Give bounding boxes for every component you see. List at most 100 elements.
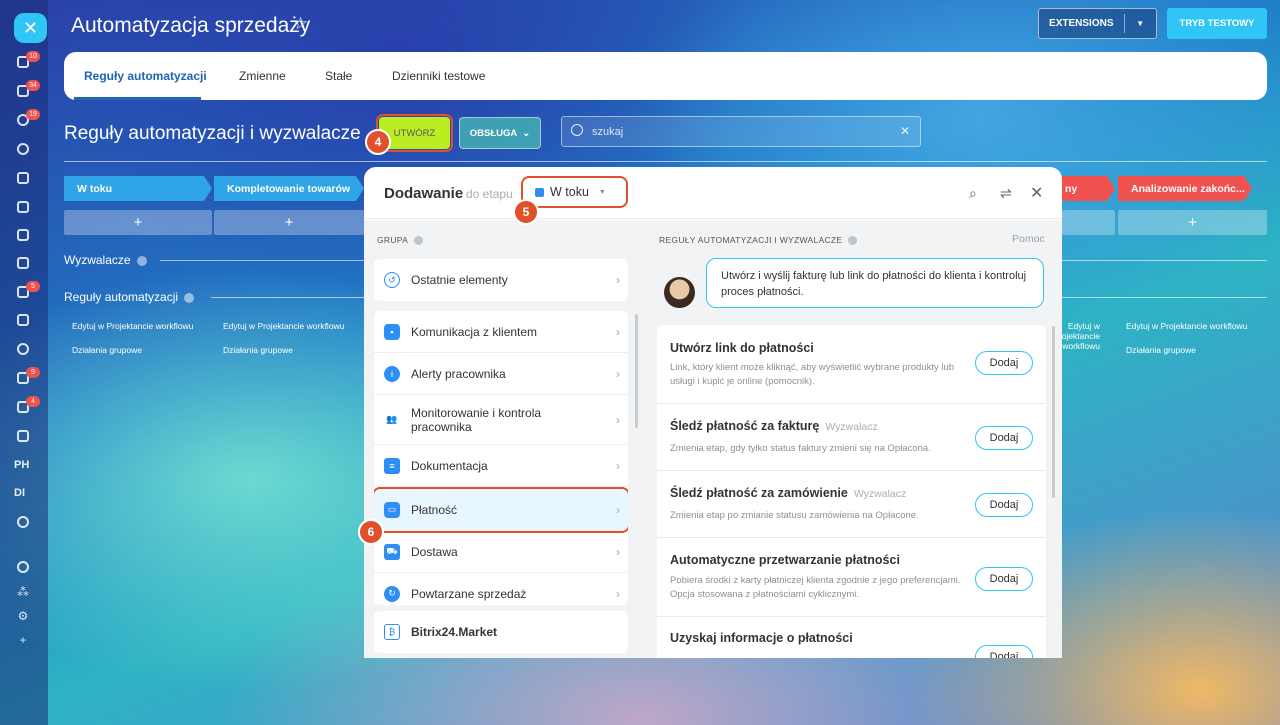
- chevron-down-icon[interactable]: ▼: [1125, 19, 1156, 28]
- group-actions-link[interactable]: Działania grupowe: [1126, 345, 1196, 355]
- stage-analysing[interactable]: Analizowanie zakońc...: [1118, 176, 1252, 201]
- structure-icon[interactable]: ⁂: [15, 584, 31, 600]
- triggers-text: Wyzwalacze: [64, 253, 131, 267]
- rule-card: Śledź płatność za fakturę Wyzwalacz Zmien…: [657, 404, 1046, 471]
- add-button[interactable]: Dodaj: [975, 567, 1033, 591]
- add-button[interactable]: Dodaj: [975, 351, 1033, 375]
- divider: [1062, 297, 1267, 298]
- add-rule-button[interactable]: +: [1118, 210, 1267, 235]
- stage-in-progress[interactable]: W toku: [64, 176, 212, 201]
- group-item-documents[interactable]: ≡ Dokumentacja ›: [374, 445, 628, 487]
- tab-test-logs[interactable]: Dzienniki testowe: [392, 69, 485, 83]
- add-button[interactable]: Dodaj: [975, 645, 1033, 658]
- chevron-right-icon: ›: [616, 412, 620, 427]
- rule-description: Zmienia etap, gdy tylko status faktury z…: [670, 443, 931, 454]
- group-item-label: Dokumentacja: [411, 458, 488, 473]
- group-pane: GRUPA ↺ Ostatnie elementy › ▪ Komunikacj…: [364, 220, 646, 658]
- groups-card: ▪ Komunikacja z klientem › i Alerty prac…: [374, 311, 628, 605]
- group-item-communication[interactable]: ▪ Komunikacja z klientem ›: [374, 311, 628, 353]
- sign-icon[interactable]: [15, 312, 31, 328]
- edit-in-designer-link[interactable]: Edytuj w Projektancie workflowu: [223, 321, 344, 331]
- rule-title: Automatyczne przetwarzanie płatności: [670, 553, 900, 567]
- rail-text-di[interactable]: DI: [14, 487, 25, 499]
- chevron-right-icon: ›: [616, 586, 620, 601]
- group-item-payment[interactable]: ▭ Płatność ›: [374, 487, 628, 533]
- rule-title-text: Śledź płatność za fakturę: [670, 419, 820, 433]
- rail-text-ph[interactable]: PH: [14, 459, 29, 471]
- trigger-tag: Wyzwalacz: [825, 421, 878, 433]
- rule-title-text: Automatyczne przetwarzanie płatności: [670, 553, 900, 567]
- group-item-repeat-sales[interactable]: ↻ Powtarzane sprzedaż ›: [374, 573, 628, 605]
- plus-icon[interactable]: +: [15, 632, 31, 648]
- search-input[interactable]: [592, 123, 872, 141]
- star-icon[interactable]: ☆: [293, 14, 308, 34]
- rule-title-text: Uzyskaj informacje o płatności: [670, 631, 853, 645]
- add-rule-button[interactable]: +: [214, 210, 364, 235]
- market-icon: ₿: [384, 624, 400, 640]
- edit-in-designer-link[interactable]: Edytuj w Projektancie workflowu: [1062, 321, 1100, 351]
- rule-description: Link, który klient może kliknąć, aby wyś…: [670, 362, 955, 387]
- rules-pane: REGUŁY AUTOMATYZACJI I WYZWALACZE Pomoc …: [646, 220, 1062, 658]
- cart-icon[interactable]: [15, 170, 31, 186]
- group-actions-link[interactable]: Działania grupowe: [223, 345, 293, 355]
- search-icon[interactable]: ⌕: [969, 185, 977, 202]
- help-icon[interactable]: [15, 559, 31, 575]
- close-icon[interactable]: ✕: [1030, 183, 1043, 203]
- add-rule-button[interactable]: [1062, 210, 1115, 235]
- target-icon[interactable]: [15, 141, 31, 157]
- edit-in-designer-link[interactable]: Edytuj w Projektancie workflowu: [72, 321, 193, 331]
- chevron-down-icon[interactable]: [15, 514, 31, 530]
- close-icon[interactable]: ✕: [14, 13, 47, 43]
- chat-icon: ▪: [384, 323, 400, 340]
- rule-description: Pobiera środki z karty płatniczej klient…: [670, 575, 961, 600]
- add-rule-button[interactable]: +: [64, 210, 212, 235]
- section-title: Reguły automatyzacji i wyzwalacze: [64, 123, 361, 144]
- service-button[interactable]: OBSŁUGA ⌄: [459, 117, 541, 149]
- help-icon[interactable]: [136, 255, 147, 266]
- chevron-right-icon: ›: [616, 324, 620, 339]
- shield-icon[interactable]: [15, 341, 31, 357]
- gear-icon[interactable]: ⚙: [15, 608, 31, 624]
- triggers-label: Wyzwalacze: [64, 253, 147, 267]
- edit-in-designer-link[interactable]: Edytuj w Projektancie workflowu: [1126, 321, 1247, 331]
- scrollbar[interactable]: [1052, 326, 1055, 498]
- tab-rules[interactable]: Reguły automatyzacji: [84, 69, 207, 83]
- tab-variables[interactable]: Zmienne: [239, 69, 286, 83]
- stage-color-chip: [535, 187, 544, 197]
- stage-selector[interactable]: W toku ▼: [521, 176, 628, 208]
- add-button[interactable]: Dodaj: [975, 493, 1033, 517]
- group-actions-link[interactable]: Działania grupowe: [72, 345, 142, 355]
- avatar: [664, 277, 695, 308]
- dialog-title: Dodawanie: [384, 185, 464, 202]
- help-icon[interactable]: [414, 236, 424, 246]
- left-rail: ✕ 10 34 19 5 9 4 PH DI ⁂ ⚙ +: [0, 0, 48, 725]
- scrollbar[interactable]: [635, 314, 638, 428]
- group-item-recent[interactable]: ↺ Ostatnie elementy ›: [374, 259, 628, 301]
- stage-picking[interactable]: Kompletowanie towarów: [214, 176, 364, 201]
- help-icon[interactable]: [184, 292, 195, 303]
- calendar-icon[interactable]: [15, 227, 31, 243]
- group-item-delivery[interactable]: ⛟ Dostawa ›: [374, 531, 628, 573]
- extensions-label: EXTENSIONS: [1049, 18, 1114, 29]
- dialog-subtitle: do etapu: [466, 187, 513, 201]
- tab-constants[interactable]: Stałe: [325, 69, 352, 83]
- group-item-market[interactable]: ₿ Bitrix24.Market: [374, 611, 628, 653]
- bank-icon[interactable]: [15, 199, 31, 215]
- rail-badge: 10: [26, 51, 40, 62]
- close-icon[interactable]: ✕: [900, 124, 910, 138]
- stage-partial[interactable]: ny: [1055, 176, 1115, 201]
- extensions-button[interactable]: EXTENSIONS ▼: [1038, 8, 1157, 39]
- help-link[interactable]: Pomoc: [1012, 233, 1045, 245]
- chart-icon[interactable]: [15, 255, 31, 271]
- help-icon[interactable]: [848, 236, 858, 246]
- add-button[interactable]: Dodaj: [975, 426, 1033, 450]
- group-item-alerts[interactable]: i Alerty pracownika ›: [374, 353, 628, 395]
- recent-card: ↺ Ostatnie elementy ›: [374, 259, 628, 301]
- settings-sliders-icon[interactable]: ⇌: [1000, 185, 1012, 202]
- trigger-tag: Wyzwalacz: [853, 488, 907, 500]
- test-mode-button[interactable]: TRYB TESTOWY: [1167, 8, 1267, 39]
- chevron-right-icon: ›: [616, 366, 620, 381]
- group-item-monitoring[interactable]: 👥 Monitorowanie i kontrola pracownika ›: [374, 395, 628, 445]
- box-icon[interactable]: [15, 428, 31, 444]
- page-title: Automatyzacja sprzedaży: [71, 14, 311, 37]
